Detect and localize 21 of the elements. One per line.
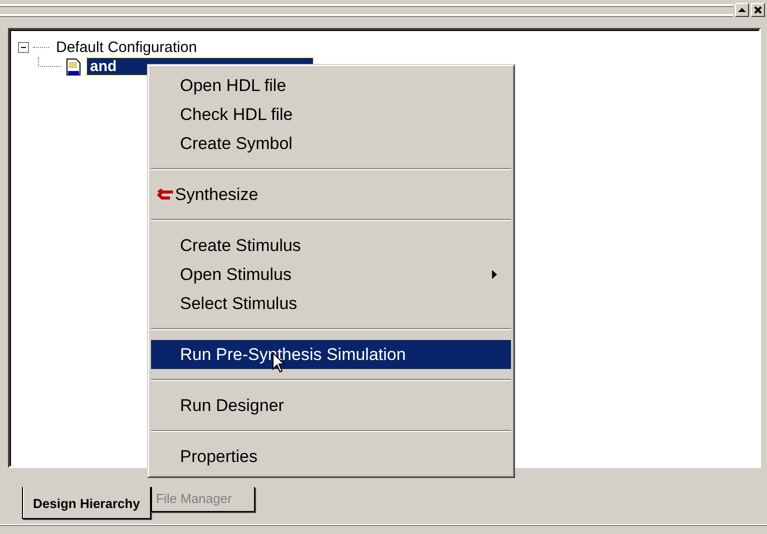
close-icon (754, 6, 762, 14)
menu-item[interactable]: Create Stimulus (151, 231, 511, 260)
swirl-icon (157, 188, 175, 200)
menu-item[interactable]: Check HDL file (151, 100, 511, 129)
menu-item[interactable]: Open HDL file (151, 71, 511, 100)
menu-item[interactable]: Select Stimulus (151, 289, 511, 318)
minus-icon (21, 47, 26, 48)
collapse-toggle[interactable] (18, 42, 29, 53)
menu-item[interactable]: Create Symbol (151, 129, 511, 158)
menu-item[interactable]: Properties (151, 442, 511, 471)
menu-item[interactable]: Open Stimulus (151, 260, 511, 289)
triangle-up-icon (738, 7, 746, 13)
close-button[interactable] (751, 3, 765, 17)
menu-item[interactable]: Synthesize (151, 180, 511, 209)
submenu-arrow-icon (492, 270, 497, 279)
toolbar-grip[interactable] (0, 4, 733, 16)
tree-item[interactable]: Default Configuration (53, 39, 200, 56)
menu-item[interactable]: Run Designer (151, 391, 511, 420)
tab[interactable]: Design Hierarchy (22, 487, 151, 519)
hdl-file-icon (65, 58, 83, 76)
maximize-button[interactable] (735, 3, 749, 17)
